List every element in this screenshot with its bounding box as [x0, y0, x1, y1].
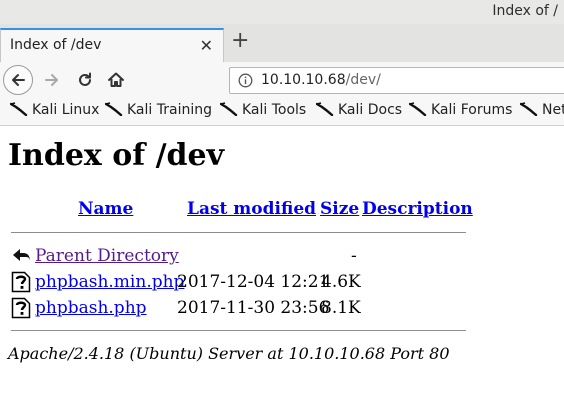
- kali-dragon-icon: [519, 102, 538, 117]
- tab-active[interactable]: Index of /dev ✕: [0, 28, 224, 62]
- column-header-size[interactable]: Size: [320, 199, 359, 219]
- parent-size: -: [351, 246, 357, 266]
- unknown-file-icon: [11, 271, 31, 293]
- bookmark-label: Kali Docs: [338, 102, 403, 118]
- tab-title: Index of /dev: [10, 37, 102, 53]
- divider: [11, 232, 466, 233]
- back-folder-icon: [13, 249, 30, 262]
- background-tab-sliver[interactable]: ‘: [0, 0, 16, 22]
- site-info-icon[interactable]: [238, 73, 253, 88]
- bookmark-net[interactable]: Net: [519, 102, 564, 118]
- navigation-toolbar: 10.10.10.68/dev/: [0, 62, 564, 98]
- unknown-file-icon: [11, 297, 31, 319]
- close-tab-icon[interactable]: ✕: [200, 36, 213, 55]
- kali-dragon-icon: [315, 102, 334, 117]
- kali-dragon-icon: [9, 102, 28, 117]
- tab-bar: Index of /dev ✕ +: [0, 24, 564, 63]
- page-title: Index of /dev: [8, 138, 225, 173]
- file-size: 8.1K: [321, 298, 361, 318]
- bookmark-kali-training[interactable]: Kali Training: [104, 102, 212, 118]
- file-modified: 2017-12-04 12:21: [177, 272, 330, 292]
- file-link[interactable]: phpbash.min.php: [35, 272, 184, 292]
- bookmark-label: Kali Linux: [32, 102, 100, 118]
- table-row: phpbash.php 2017-11-30 23:56 8.1K: [11, 297, 471, 319]
- bookmark-kali-linux[interactable]: Kali Linux: [9, 102, 100, 118]
- kali-dragon-icon: [104, 102, 123, 117]
- file-size: 4.6K: [321, 272, 361, 292]
- column-header-name[interactable]: Name: [78, 199, 133, 219]
- bookmark-kali-docs[interactable]: Kali Docs: [315, 102, 403, 118]
- list-item-parent-directory: Parent Directory -: [11, 245, 471, 267]
- home-icon[interactable]: [107, 71, 125, 89]
- server-signature: Apache/2.4.18 (Ubuntu) Server at 10.10.1…: [8, 344, 450, 363]
- bookmarks-toolbar: Kali Linux Kali Training Kali Tools Kali…: [0, 98, 564, 126]
- window-title: Index of /: [492, 3, 558, 19]
- address-bar[interactable]: 10.10.10.68/dev/: [229, 67, 564, 94]
- forward-arrow-icon[interactable]: [43, 71, 61, 89]
- column-header-description[interactable]: Description: [362, 199, 473, 219]
- divider: [11, 330, 466, 331]
- bookmark-label: Net: [542, 102, 564, 118]
- url-host: 10.10.10.68: [261, 72, 346, 88]
- url-path: /dev/: [345, 72, 381, 88]
- table-row: phpbash.min.php 2017-12-04 12:21 4.6K: [11, 271, 471, 293]
- file-link[interactable]: phpbash.php: [35, 298, 147, 318]
- bookmark-kali-forums[interactable]: Kali Forums: [408, 102, 513, 118]
- reload-icon[interactable]: [76, 71, 94, 89]
- parent-directory-link[interactable]: Parent Directory: [35, 246, 179, 266]
- kali-dragon-icon: [408, 102, 427, 117]
- bookmark-label: Kali Training: [127, 102, 212, 118]
- column-header-last-modified[interactable]: Last modified: [187, 199, 316, 219]
- window-titlebar: ‘ Index of /: [0, 0, 564, 24]
- bookmark-kali-tools[interactable]: Kali Tools: [219, 102, 307, 118]
- file-modified: 2017-11-30 23:56: [177, 298, 330, 318]
- bookmark-label: Kali Tools: [242, 102, 307, 118]
- bookmark-label: Kali Forums: [431, 102, 513, 118]
- kali-dragon-icon: [219, 102, 238, 117]
- page-content: Index of /dev Name Last modified Size De…: [0, 126, 564, 417]
- url-text[interactable]: 10.10.10.68/dev/: [261, 72, 381, 88]
- new-tab-icon[interactable]: +: [231, 28, 249, 53]
- back-button[interactable]: [3, 65, 33, 95]
- back-arrow-icon: [12, 74, 25, 86]
